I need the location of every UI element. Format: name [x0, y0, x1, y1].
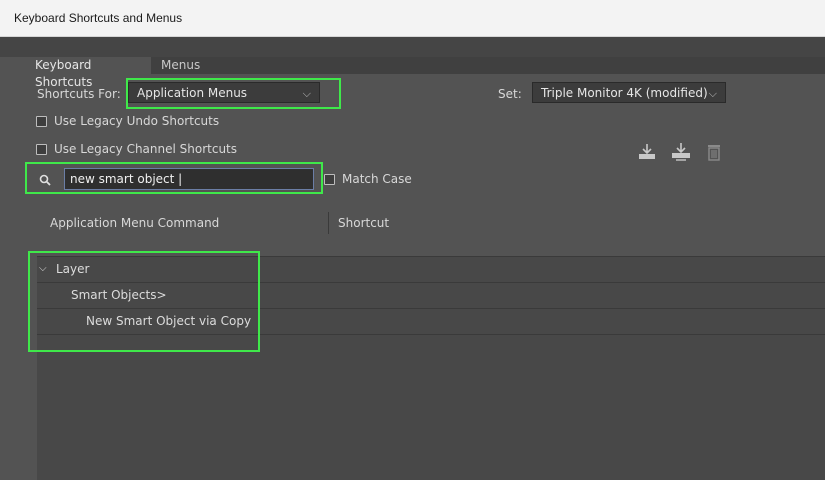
column-header-shortcut[interactable]: Shortcut [338, 216, 389, 230]
highlight-box-search [25, 162, 323, 194]
match-case-label: Match Case [342, 172, 412, 186]
match-case-checkbox[interactable] [324, 174, 335, 185]
window-title: Keyboard Shortcuts and Menus [14, 11, 183, 25]
legacy-undo-checkbox[interactable] [36, 116, 47, 127]
shortcuts-for-label: Shortcuts For: [37, 87, 121, 101]
chevron-down-icon: ⌵ [708, 87, 717, 100]
tab-menus[interactable]: Menus [155, 57, 206, 74]
legacy-undo-label: Use Legacy Undo Shortcuts [54, 114, 220, 128]
highlight-box-results [28, 251, 260, 352]
set-select[interactable]: Triple Monitor 4K (modified) ⌵ [532, 82, 726, 103]
legacy-channel-checkbox[interactable] [36, 144, 47, 155]
set-label: Set: [498, 87, 522, 101]
trash-icon[interactable] [706, 143, 722, 161]
save-set-icon[interactable] [637, 142, 657, 162]
legacy-channel-label: Use Legacy Channel Shortcuts [54, 142, 238, 156]
set-value: Triple Monitor 4K (modified) [541, 86, 708, 100]
tab-keyboard-shortcuts[interactable]: Keyboard Shortcuts [29, 57, 151, 89]
title-bar: Keyboard Shortcuts and Menus [0, 0, 825, 37]
column-divider [328, 212, 329, 234]
highlight-box-shortcuts-for [126, 78, 341, 109]
header-band [0, 37, 825, 57]
column-header-command[interactable]: Application Menu Command [50, 216, 219, 230]
save-set-as-icon[interactable] [670, 142, 692, 162]
